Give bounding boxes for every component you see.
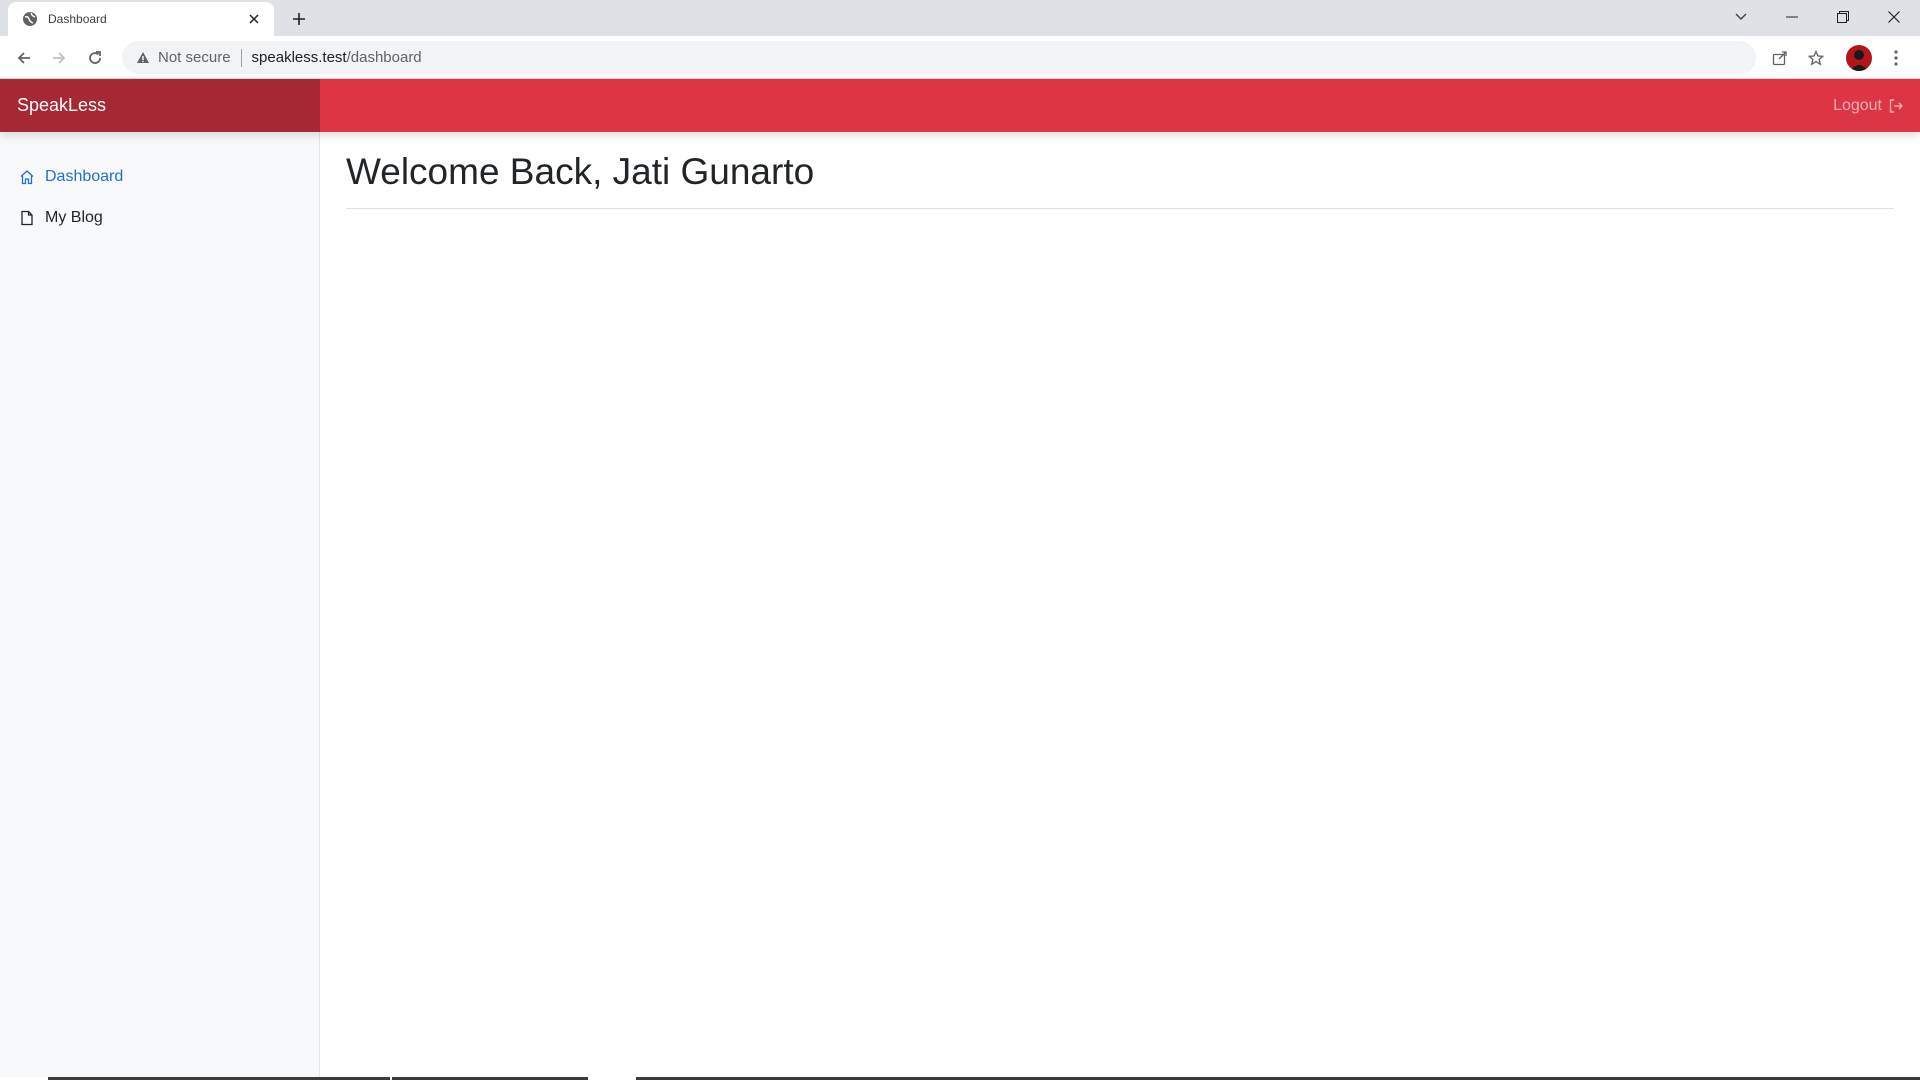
- home-icon: [19, 169, 35, 185]
- logout-icon: [1888, 98, 1904, 114]
- more-menu-icon[interactable]: [1884, 46, 1908, 70]
- title-divider: [346, 208, 1894, 210]
- bookmark-star-icon[interactable]: [1804, 46, 1828, 70]
- sidebar-item-my-blog[interactable]: My Blog: [0, 197, 319, 238]
- url-path: /dashboard: [346, 49, 422, 66]
- main-content: Welcome Back, Jati Gunarto: [346, 132, 1894, 210]
- brand-logo[interactable]: SpeakLess: [0, 79, 320, 132]
- app-header: SpeakLess Logout: [0, 79, 1920, 132]
- page-title: Welcome Back, Jati Gunarto: [346, 151, 815, 192]
- globe-icon: [22, 11, 38, 27]
- close-tab-icon[interactable]: [244, 9, 264, 29]
- browser-tab[interactable]: Dashboard: [8, 2, 274, 36]
- reload-icon[interactable]: [81, 44, 109, 72]
- minimize-icon[interactable]: [1769, 0, 1815, 34]
- close-window-icon[interactable]: [1871, 0, 1917, 34]
- warning-icon: [136, 51, 150, 65]
- tab-search-icon[interactable]: [1718, 0, 1764, 34]
- forward-icon[interactable]: [45, 44, 73, 72]
- sidebar-item-dashboard[interactable]: Dashboard: [0, 156, 319, 197]
- browser-toolbar: Not secure speakless.test /dashboard: [0, 36, 1920, 79]
- address-separator: [240, 48, 242, 67]
- profile-avatar[interactable]: [1846, 45, 1872, 71]
- address-bar[interactable]: Not secure speakless.test /dashboard: [122, 41, 1756, 74]
- tab-title: Dashboard: [48, 12, 107, 26]
- url-host: speakless.test: [251, 49, 347, 66]
- sidebar-item-label: My Blog: [45, 208, 103, 226]
- new-tab-icon[interactable]: [288, 8, 310, 30]
- share-icon[interactable]: [1768, 46, 1792, 70]
- browser-tab-strip: Dashboard: [0, 0, 1920, 36]
- file-icon: [19, 210, 35, 226]
- back-icon[interactable]: [10, 44, 38, 72]
- security-label[interactable]: Not secure: [158, 49, 231, 66]
- logout-button[interactable]: Logout: [1833, 79, 1904, 132]
- sidebar: Dashboard My Blog: [0, 132, 320, 1080]
- sidebar-item-label: Dashboard: [45, 167, 124, 185]
- restore-icon[interactable]: [1820, 0, 1866, 34]
- logout-label: Logout: [1833, 96, 1882, 114]
